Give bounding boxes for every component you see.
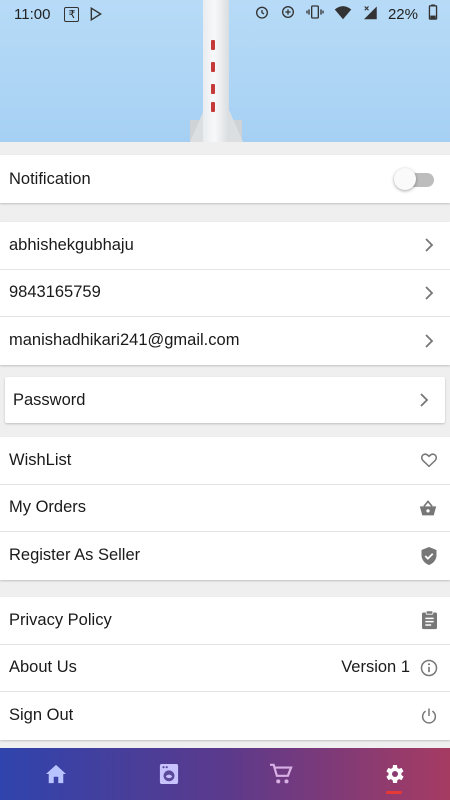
notification-label: Notification xyxy=(9,169,91,188)
wishlist-label: WishList xyxy=(9,450,72,469)
notification-row: Notification xyxy=(0,155,450,203)
chevron-right-icon xyxy=(425,286,434,300)
status-bar: 11:00 ₹ 22% xyxy=(0,0,450,28)
shopping-card: WishList My Orders Register As Seller xyxy=(0,437,450,580)
username-row[interactable]: abhishekgubhaju xyxy=(0,222,450,270)
password-card: Password xyxy=(5,377,445,423)
battery-icon xyxy=(428,4,438,24)
power-icon xyxy=(421,708,437,724)
alarm-icon xyxy=(254,4,270,24)
heart-icon xyxy=(420,453,438,468)
phone-row[interactable]: 9843165759 xyxy=(0,270,450,317)
email-value: manishadhikari241@gmail.com xyxy=(9,331,240,350)
password-label: Password xyxy=(13,390,86,409)
clipboard-icon xyxy=(422,610,437,630)
username-value: abhishekgubhaju xyxy=(9,235,134,254)
info-icon xyxy=(420,659,438,676)
register-seller-row[interactable]: Register As Seller xyxy=(0,532,450,580)
privacy-policy-row[interactable]: Privacy Policy xyxy=(0,597,450,645)
nav-settings[interactable] xyxy=(338,748,450,800)
cell-signal-icon xyxy=(362,5,378,24)
wifi-icon xyxy=(334,5,352,24)
washer-icon xyxy=(159,764,178,784)
info-card: Privacy Policy About Us Version 1 Sign O… xyxy=(0,597,450,740)
wishlist-row[interactable]: WishList xyxy=(0,437,450,485)
notification-card: Notification xyxy=(0,155,450,203)
sign-out-label: Sign Out xyxy=(9,706,74,725)
gear-icon xyxy=(386,765,404,783)
nav-cart[interactable] xyxy=(225,748,338,800)
chevron-right-icon xyxy=(420,393,429,407)
data-saver-icon xyxy=(280,4,296,24)
sign-out-row[interactable]: Sign Out xyxy=(0,692,450,740)
home-icon xyxy=(46,764,67,784)
account-card: abhishekgubhaju 9843165759 manishadhikar… xyxy=(0,222,450,365)
my-orders-label: My Orders xyxy=(9,498,87,517)
basket-icon xyxy=(419,499,437,516)
privacy-policy-label: Privacy Policy xyxy=(9,610,112,629)
verified-shield-icon xyxy=(421,546,437,565)
nav-orders[interactable] xyxy=(113,748,226,800)
rupee-notification-icon: ₹ xyxy=(64,6,80,22)
cart-icon xyxy=(270,763,293,784)
play-store-icon xyxy=(89,7,103,21)
vibrate-icon xyxy=(306,4,324,24)
status-time: 11:00 xyxy=(14,5,51,23)
my-orders-row[interactable]: My Orders xyxy=(0,485,450,532)
bottom-navigation-bar xyxy=(0,748,450,800)
active-tab-indicator xyxy=(385,791,402,794)
chevron-right-icon xyxy=(425,238,434,252)
register-seller-label: Register As Seller xyxy=(9,546,141,565)
nav-home[interactable] xyxy=(0,748,113,800)
version-text: Version 1 xyxy=(341,658,410,677)
about-us-row[interactable]: About Us Version 1 xyxy=(0,645,450,692)
phone-value: 9843165759 xyxy=(9,283,101,302)
password-row[interactable]: Password xyxy=(5,377,445,423)
notification-toggle[interactable] xyxy=(394,168,436,190)
about-us-label: About Us xyxy=(9,658,77,677)
chevron-right-icon xyxy=(425,334,434,348)
battery-percent: 22% xyxy=(387,5,418,23)
email-row[interactable]: manishadhikari241@gmail.com xyxy=(0,317,450,365)
